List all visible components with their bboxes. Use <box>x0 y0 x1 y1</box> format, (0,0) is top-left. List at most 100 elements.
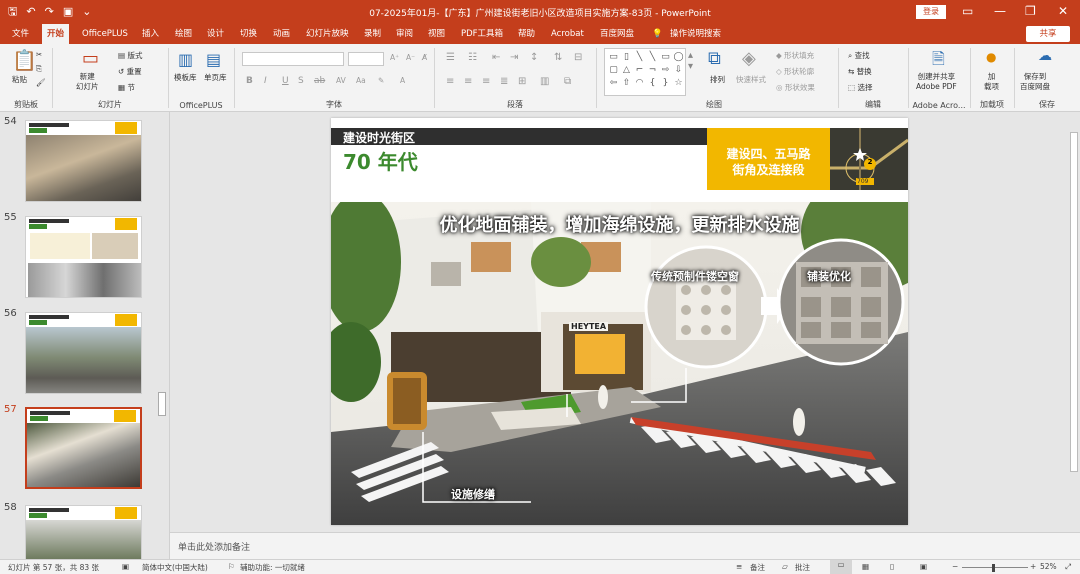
tab-home[interactable]: 开始 <box>42 24 70 44</box>
zoom-out-icon[interactable]: − <box>952 562 958 571</box>
arrange-icon[interactable]: ⧉ <box>708 48 721 69</box>
italic-button[interactable]: I <box>264 76 267 86</box>
underline-button[interactable]: U <box>282 76 289 86</box>
cut-icon[interactable]: ✂ <box>36 50 42 59</box>
single-page-button[interactable]: 单页库 <box>204 72 227 83</box>
shape-line2-icon[interactable]: ╲ <box>646 51 659 64</box>
slide-scrollbar[interactable] <box>1068 112 1080 532</box>
font-family-select[interactable] <box>242 52 344 66</box>
baidu-cloud-icon[interactable]: ☁ <box>1038 48 1052 64</box>
accessibility-icon[interactable]: ⚐ <box>228 562 235 571</box>
current-slide[interactable]: 建设时光街区 70 年代 建设四、五马路 街角及连接段 2 709 HEYTEA… <box>331 118 908 525</box>
tab-slideshow[interactable]: 幻灯片放映 <box>306 24 349 44</box>
shape-textbox-icon[interactable]: ▭ <box>607 51 620 64</box>
replace-button[interactable]: ⇆ 替换 <box>848 66 872 77</box>
thumbnail-slide-57[interactable] <box>25 407 142 489</box>
shape-arc-icon[interactable]: ◠ <box>633 77 646 90</box>
shape-outline-button[interactable]: ◇ 形状轮廓 <box>776 66 814 77</box>
section-button[interactable]: ▦ 节 <box>118 82 135 93</box>
addins-button[interactable]: 加 载项 <box>984 72 999 92</box>
tab-animations[interactable]: 动画 <box>273 24 290 44</box>
shadow-button[interactable]: S <box>298 76 304 86</box>
copy-icon[interactable]: ⎘ <box>36 64 42 74</box>
increase-indent-icon[interactable]: ⇥ <box>510 52 518 63</box>
tab-officeplus[interactable]: OfficePLUS <box>82 24 128 44</box>
lightbulb-icon[interactable]: 💡 <box>652 24 663 44</box>
smartart-icon[interactable]: ⧉ <box>564 76 571 87</box>
shape-rect-icon[interactable]: ▭ <box>659 51 672 64</box>
text-direction-icon[interactable]: ⇅ <box>554 52 562 63</box>
tab-insert[interactable]: 插入 <box>142 24 159 44</box>
adobe-pdf-icon[interactable]: 🗎 <box>932 48 945 75</box>
redo-icon[interactable]: ↷ <box>45 4 54 20</box>
restore-icon[interactable]: ❐ <box>1025 2 1036 20</box>
thumbnails-scrollbar[interactable] <box>157 112 167 560</box>
save-to-baidu-button[interactable]: 保存到 百度网盘 <box>1020 72 1050 92</box>
template-library-icon[interactable]: ▥ <box>178 50 193 69</box>
bullets-icon[interactable]: ☰ <box>446 52 455 63</box>
paste-icon[interactable]: 📋 <box>12 48 37 72</box>
thumbnail-slide-56[interactable] <box>25 312 142 394</box>
align-right-icon[interactable]: ≡ <box>482 76 490 87</box>
shape-arrow-up-icon[interactable]: ⇧ <box>620 77 633 90</box>
fit-slide-icon[interactable]: ⤢ <box>1065 562 1071 572</box>
tell-me-search[interactable]: 操作说明搜索 <box>670 24 721 44</box>
notes-placeholder[interactable]: 单击此处添加备注 <box>178 540 250 553</box>
slide-thumbnails-pane[interactable]: 54 55 56 57 58 <box>0 112 170 560</box>
shape-effects-button[interactable]: ◎ 形状效果 <box>776 82 815 93</box>
tab-file[interactable]: 文件 <box>12 24 29 44</box>
shape-rounded-rect-icon[interactable]: ▢ <box>607 64 620 77</box>
align-center-icon[interactable]: ≡ <box>464 76 472 87</box>
thumbnails-scrollbar-thumb[interactable] <box>158 392 166 416</box>
tab-baidu-netdisk[interactable]: 百度网盘 <box>600 24 634 44</box>
login-button[interactable]: 登录 <box>916 5 946 19</box>
paste-button[interactable]: 粘贴 <box>12 74 27 85</box>
grow-font-icon[interactable]: A⁺ <box>390 53 399 62</box>
shape-brace-icon[interactable]: { <box>646 77 659 90</box>
zoom-slider[interactable] <box>962 567 1028 568</box>
thumbnail-slide-54[interactable] <box>25 120 142 202</box>
quick-styles-button[interactable]: 快速样式 <box>736 74 766 85</box>
strikethrough-button[interactable]: ab <box>314 76 325 86</box>
thumbnail-slide-58[interactable] <box>25 505 142 560</box>
zoom-in-icon[interactable]: + <box>1030 562 1036 571</box>
tab-help[interactable]: 帮助 <box>518 24 535 44</box>
close-icon[interactable]: ✕ <box>1058 2 1068 20</box>
save-icon[interactable]: 🖫 <box>8 4 17 20</box>
tab-view[interactable]: 视图 <box>428 24 445 44</box>
char-spacing-icon[interactable]: AV <box>336 76 346 85</box>
slide-sorter-icon[interactable]: ▦ <box>862 562 869 571</box>
shape-star-icon[interactable]: ☆ <box>672 77 685 90</box>
create-pdf-button[interactable]: 创建并共享 Adobe PDF <box>916 72 957 92</box>
align-left-icon[interactable]: ≡ <box>446 76 454 87</box>
shape-arrow-left-icon[interactable]: ⇦ <box>607 77 620 90</box>
accessibility-status[interactable]: 辅助功能: 一切就绪 <box>240 562 305 573</box>
shapes-gallery-scroll-icon[interactable]: ▴ ▾ <box>688 50 693 72</box>
justify-icon[interactable]: ≣ <box>500 76 508 87</box>
font-color-icon[interactable]: A <box>400 76 405 85</box>
tab-draw[interactable]: 绘图 <box>175 24 192 44</box>
more-icon[interactable]: ⌄ <box>82 4 91 20</box>
shape-line-icon[interactable]: ╲ <box>633 51 646 64</box>
thumbnail-slide-55[interactable] <box>25 216 142 298</box>
quick-styles-icon[interactable]: ◈ <box>742 48 756 69</box>
slideshow-icon[interactable]: ▣ <box>63 4 73 20</box>
template-library-button[interactable]: 模板库 <box>174 72 197 83</box>
zoom-slider-thumb[interactable] <box>992 564 995 572</box>
zoom-level[interactable]: 52% <box>1040 562 1057 571</box>
change-case-icon[interactable]: Aa <box>356 76 366 85</box>
select-button[interactable]: ⬚ 选择 <box>848 82 872 93</box>
shapes-gallery[interactable]: ▭ ▯ ╲ ╲ ▭ ◯ ▢ △ ⌐ ¬ ⇨ ⇩ ⇦ ⇧ ◠ { } ☆ <box>604 48 686 96</box>
columns-icon[interactable]: ▥ <box>540 76 549 87</box>
shape-textbox-vertical-icon[interactable]: ▯ <box>620 51 633 64</box>
decrease-indent-icon[interactable]: ⇤ <box>492 52 500 63</box>
notes-toggle[interactable]: 备注 <box>750 562 765 573</box>
ribbon-display-icon[interactable]: ▭ <box>962 2 973 20</box>
share-button[interactable]: 共享 <box>1026 26 1070 42</box>
font-size-select[interactable] <box>348 52 384 66</box>
comments-icon[interactable]: ▱ <box>782 562 788 571</box>
shape-triangle-icon[interactable]: △ <box>620 64 633 77</box>
shrink-font-icon[interactable]: A⁻ <box>406 53 415 62</box>
slideshow-view-icon[interactable]: ▣ <box>920 562 927 571</box>
language-indicator[interactable]: 简体中文(中国大陆) <box>142 562 208 573</box>
